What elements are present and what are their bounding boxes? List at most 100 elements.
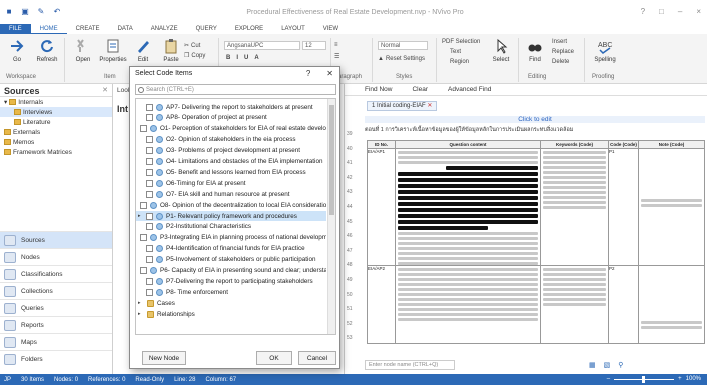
nav-collections[interactable]: Collections (0, 282, 112, 299)
zoom-in-icon[interactable]: + (678, 376, 682, 382)
cut-button[interactable]: ✂ Cut (184, 42, 200, 50)
close-tab-icon[interactable]: ✕ (427, 103, 432, 109)
nav-maps[interactable]: Maps (0, 333, 112, 350)
click-to-edit-link[interactable]: Click to edit (365, 116, 705, 123)
nav-classifications[interactable]: Classifications (0, 265, 112, 282)
node-item[interactable]: O7- EIA skill and human resource at pres… (136, 189, 326, 199)
checkbox[interactable] (146, 179, 153, 187)
ok-button[interactable]: OK (256, 351, 292, 365)
highlight-icon[interactable]: A (254, 55, 258, 61)
advanced-find-button[interactable]: Advanced Find (448, 86, 491, 93)
uncode-icon[interactable]: ▧ (604, 361, 611, 369)
checkbox[interactable] (146, 288, 153, 296)
nav-queries[interactable]: Queries (0, 299, 112, 316)
node-item[interactable]: AP7- Delivering the report to stakeholde… (136, 102, 326, 112)
checkbox[interactable] (146, 277, 153, 285)
tab-query[interactable]: QUERY (187, 24, 226, 34)
document-tab[interactable]: 1 Initial coding-EIAF ✕ (367, 101, 438, 111)
tab-analyze[interactable]: ANALYZE (142, 24, 187, 34)
spelling-button[interactable]: ABC Spelling (590, 38, 620, 63)
node-item[interactable]: P6- Capacity of EIA in presenting sound … (136, 266, 326, 276)
italic-icon[interactable]: I (236, 55, 238, 61)
node-item[interactable]: P4-Identification of financial funds for… (136, 244, 326, 254)
pdf-selection-button[interactable]: PDF Selection (442, 39, 480, 45)
undo-icon[interactable]: ↶ (52, 7, 62, 16)
tab-data[interactable]: DATA (109, 24, 142, 34)
refresh-button[interactable]: Refresh (32, 38, 62, 63)
nav-reports[interactable]: Reports (0, 316, 112, 333)
node-item[interactable]: P8- Time enforcement (136, 287, 326, 297)
minimize-icon[interactable]: – (678, 7, 682, 16)
folder-item[interactable]: ▸ Cases (136, 298, 326, 308)
nav-sources[interactable]: Sources (0, 231, 112, 248)
font-select[interactable]: AngsanaUPC (224, 41, 300, 50)
close-icon[interactable]: × (696, 7, 701, 16)
bullets-icon[interactable]: ≡ (334, 42, 338, 48)
nav-nodes[interactable]: Nodes (0, 248, 112, 265)
expand-icon[interactable]: ▸ (138, 213, 144, 219)
checkbox[interactable] (146, 147, 153, 155)
node-item[interactable]: O5- Benefit and lessons learned from EIA… (136, 167, 326, 177)
find-button[interactable]: Find (520, 38, 550, 63)
find-now-button[interactable]: Find Now (365, 86, 392, 93)
tab-file[interactable]: FILE (0, 24, 31, 34)
go-button[interactable]: Go (2, 38, 32, 63)
checkbox[interactable] (140, 234, 147, 242)
folder-item[interactable]: ▸ Relationships (136, 309, 326, 319)
zoom-slider[interactable] (614, 375, 675, 383)
clear-button[interactable]: Clear (412, 86, 428, 93)
checkbox[interactable] (146, 212, 153, 220)
search-input[interactable]: Search (CTRL+E) (135, 84, 336, 95)
paste-button[interactable]: Paste (156, 38, 186, 63)
checkbox[interactable] (146, 223, 153, 231)
scrollbar-thumb[interactable] (329, 105, 334, 215)
checkbox[interactable] (140, 267, 147, 274)
close-icon[interactable]: ✕ (326, 69, 333, 78)
open-button[interactable]: Open (68, 38, 98, 63)
tab-view[interactable]: VIEW (314, 24, 347, 34)
zoom-slider-thumb[interactable] (642, 375, 646, 383)
node-item[interactable]: O3- Problems of project development at p… (136, 146, 326, 156)
tree-item-internals[interactable]: ▾ Internals (0, 97, 112, 107)
expand-icon[interactable]: ▸ (138, 311, 144, 317)
tree-item-memos[interactable]: Memos (0, 137, 112, 147)
format-buttons[interactable]: BIUA (226, 55, 259, 61)
checkbox[interactable] (146, 256, 153, 264)
help-icon[interactable]: ? (641, 7, 645, 16)
zoom-tool-icon[interactable]: ⚲ (618, 361, 623, 369)
scrollbar[interactable] (327, 99, 335, 334)
region-button[interactable]: Region (450, 59, 469, 65)
edit-button[interactable]: Edit (128, 38, 158, 63)
delete-button[interactable]: Delete (552, 59, 569, 65)
restore-icon[interactable]: □ (659, 7, 664, 16)
replace-button[interactable]: Replace (552, 49, 574, 55)
tree-item-framework-matrices[interactable]: Framework Matrices (0, 147, 112, 157)
tree-item-literature[interactable]: Literature (0, 117, 112, 127)
node-item[interactable]: P3-Integrating EIA in planning process o… (136, 233, 326, 243)
tree-item-externals[interactable]: Externals (0, 127, 112, 137)
checkbox[interactable] (140, 201, 147, 209)
tab-explore[interactable]: EXPLORE (226, 24, 272, 34)
checkbox[interactable] (146, 190, 153, 198)
style-select[interactable]: Normal (378, 41, 428, 50)
tab-create[interactable]: CREATE (67, 24, 109, 34)
font-size-select[interactable]: 12 (302, 41, 326, 50)
tab-layout[interactable]: LAYOUT (272, 24, 314, 34)
checkbox[interactable] (146, 103, 153, 111)
expand-icon[interactable]: ▸ (138, 300, 144, 306)
node-name-input[interactable]: Enter node name (CTRL+Q) (365, 360, 455, 370)
save-icon[interactable]: ▣ (20, 7, 30, 16)
checkbox[interactable] (146, 114, 153, 122)
node-item[interactable]: O2- Opinion of stakeholders in the eia p… (136, 135, 326, 145)
checkbox[interactable] (146, 136, 153, 144)
tree-item-interviews[interactable]: Interviews (0, 107, 112, 117)
text-button[interactable]: Text (450, 49, 461, 55)
node-item[interactable]: O8- Opinion of the decentralization to l… (136, 200, 326, 210)
checkbox[interactable] (140, 125, 147, 133)
node-item[interactable]: P5-Involvement of stakeholders or public… (136, 255, 326, 265)
code-icon[interactable]: ▦ (589, 361, 596, 369)
align-icon[interactable]: ☰ (334, 53, 339, 60)
node-item[interactable]: O1- Perception of stakeholders for EIA o… (136, 124, 326, 134)
checkbox[interactable] (146, 158, 153, 165)
checkbox[interactable] (146, 168, 153, 176)
